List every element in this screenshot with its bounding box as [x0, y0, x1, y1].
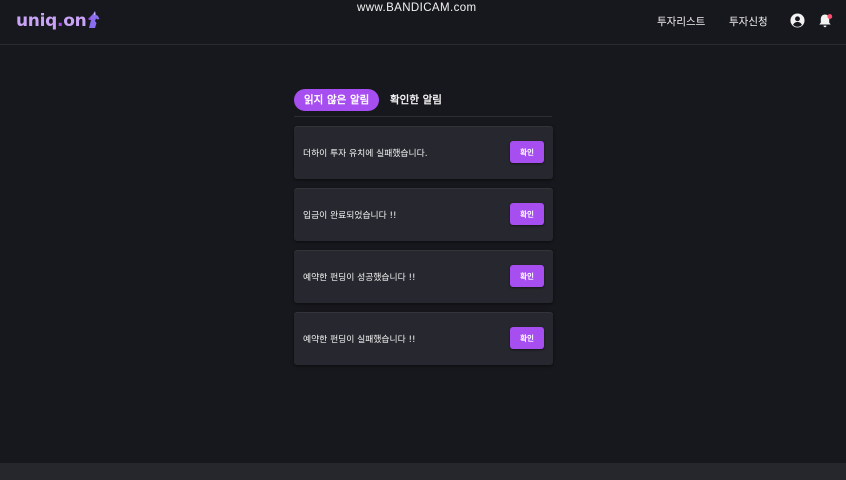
- notification-card: 예약한 펀딩이 실패했습니다 !! 확인: [294, 312, 553, 365]
- bell-icon[interactable]: [817, 13, 833, 29]
- top-header: uniq.on www.BANDICAM.com 투자리스트 투자신청: [0, 0, 846, 45]
- notification-card: 예약한 펀딩이 성공했습니다 !! 확인: [294, 250, 553, 303]
- nav-investment-apply[interactable]: 투자신청: [729, 14, 768, 29]
- logo[interactable]: uniq.on: [16, 11, 101, 31]
- footer-bar: [0, 463, 846, 480]
- watermark-text: www.BANDICAM.com: [357, 2, 477, 14]
- tab-unread[interactable]: 읽지 않은 알림: [294, 89, 380, 111]
- tab-read[interactable]: 확인한 알림: [380, 89, 452, 111]
- notification-dot: [827, 14, 833, 19]
- unicorn-icon: [88, 11, 100, 28]
- notification-card: 입금이 완료되었습니다 !! 확인: [294, 188, 553, 241]
- notification-message: 예약한 펀딩이 실패했습니다 !!: [303, 335, 416, 345]
- notifications-page: uniq.on www.BANDICAM.com 투자리스트 투자신청 읽지 않…: [0, 0, 846, 480]
- logo-text: uniq.on: [16, 11, 87, 31]
- user-circle-icon[interactable]: [790, 13, 805, 28]
- notification-card: 더하이 투자 유치에 실패했습니다. 확인: [294, 126, 553, 179]
- confirm-button[interactable]: 확인: [510, 265, 544, 287]
- nav-investment-list[interactable]: 투자리스트: [657, 14, 705, 29]
- notification-message: 더하이 투자 유치에 실패했습니다.: [303, 149, 428, 159]
- notification-tabs: 읽지 않은 알림 확인한 알림: [294, 89, 552, 117]
- notification-message: 입금이 완료되었습니다 !!: [303, 211, 397, 221]
- notification-message: 예약한 펀딩이 성공했습니다 !!: [303, 273, 416, 283]
- confirm-button[interactable]: 확인: [510, 203, 544, 225]
- confirm-button[interactable]: 확인: [510, 327, 544, 349]
- confirm-button[interactable]: 확인: [510, 141, 544, 163]
